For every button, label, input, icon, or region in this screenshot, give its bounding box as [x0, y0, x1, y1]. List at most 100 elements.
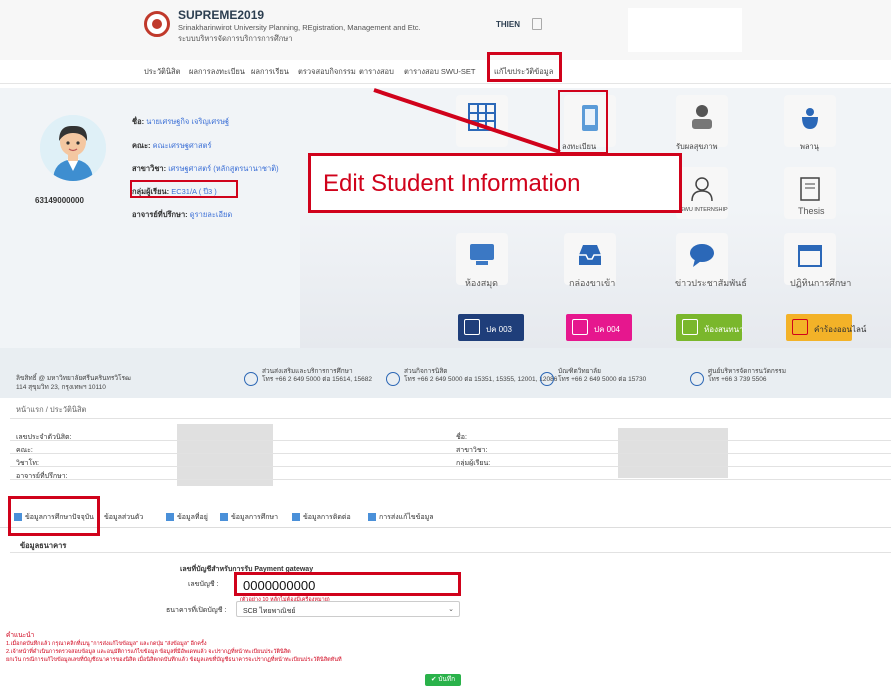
contact-2-tel: โทร +66 2 649 5000 ต่อ 15351, 15355, 120…	[404, 376, 558, 383]
pill-online-label: คำร้องออนไลน์	[814, 325, 867, 334]
tab-education-label: ข้อมูลการศึกษา	[231, 514, 279, 521]
breadcrumb: หน้าแรก / ประวัตินิสิต	[16, 405, 87, 414]
nav-activities[interactable]: ตรวจสอบกิจกรรม	[298, 66, 356, 78]
phone-icon	[386, 372, 400, 386]
chevron-down-icon: ⌄	[448, 606, 454, 613]
copyright: ลิขสิทธิ์ @ มหาวิทยาลัยศรีนครินทรวิโรฒ	[16, 375, 131, 382]
instruction-3: ยกเว้น กรณีการแก้ไขข้อมูลเลขที่บัญชีธนาค…	[6, 657, 342, 663]
pill-chat-label: ห้องสนทนา	[704, 325, 744, 334]
instruction-2: 2.เจ้าหน้าที่ดำเนินการตรวจสอบข้อมูล และอ…	[6, 649, 291, 655]
tab-address-label: ข้อมูลที่อยู่	[177, 514, 208, 521]
tile-inbox-label: กล่องขาเข้า	[569, 278, 616, 288]
pill-p004[interactable]: ปค 004	[566, 314, 632, 341]
instructions-title: คำแนะนำ	[6, 632, 35, 639]
tab-icon	[166, 513, 174, 522]
nav-swuset[interactable]: ตารางสอบ SWU-SET	[404, 66, 476, 78]
app-subtitle: Srinakharinwirot University Planning, RE…	[178, 23, 421, 32]
tab-contact-label: ข้อมูลการติดต่อ	[303, 514, 351, 521]
tab-icon	[292, 513, 300, 522]
intern-icon	[691, 177, 713, 202]
phone-icon	[244, 372, 258, 386]
header-blank	[628, 8, 742, 52]
advisor-link[interactable]: ดูรายละเอียด	[190, 210, 232, 219]
contact-1-tel: โทร +66 2 649 5000 ต่อ 15614, 15682	[262, 376, 372, 383]
inbox-icon	[579, 245, 601, 265]
phone-icon	[690, 372, 704, 386]
tile-apply-label: พลานุ	[800, 142, 819, 151]
pill-online[interactable]: คำร้องออนไลน์	[786, 314, 866, 341]
tile-calendar-label: ปฏิทินการศึกษา	[790, 278, 852, 288]
logout-icon[interactable]	[532, 18, 542, 30]
megaphone-icon	[792, 319, 808, 335]
contact-4-tel: โทร +66 3 739 5506	[708, 376, 767, 383]
tile-internship-label: SWU INTERNSHIP	[680, 207, 728, 213]
bank-select[interactable]: SCB ไทยพาณิชย์ ⌄	[236, 601, 460, 617]
pill-p003-label: ปค 003	[486, 325, 512, 334]
name-value: นายเศรษฐกิจ เจริญเศรษฐ์	[146, 117, 230, 126]
tab-personal[interactable]: ข้อมูลส่วนตัว	[104, 512, 143, 523]
contact-3-tel: โทร +66 2 649 5000 ต่อ 15730	[558, 376, 647, 383]
pill-chat[interactable]: ห้องสนทนา	[676, 314, 744, 341]
divider	[10, 466, 891, 467]
address: 114 สุขุมวิท 23, กรุงเทพฯ 10110	[16, 384, 106, 391]
callout-box: Edit Student Information	[308, 153, 682, 213]
bank-label: ธนาคารที่เปิดบัญชี :	[166, 607, 227, 614]
tile-thesis-label: Thesis	[798, 206, 825, 216]
advisor-label: อาจารย์ที่ปรึกษา:	[132, 210, 188, 219]
callout-arrow	[373, 88, 561, 154]
tab-contact[interactable]: ข้อมูลการติดต่อ	[292, 512, 351, 523]
health-icon	[692, 105, 712, 129]
divider	[10, 552, 891, 553]
save-button[interactable]: ✔ บันทึก	[425, 674, 461, 686]
apple-icon	[802, 108, 818, 129]
app-title: SUPREME2019	[178, 8, 265, 22]
info-advisor: อาจารย์ที่ปรึกษา: ดูรายละเอียด	[132, 209, 232, 221]
bank-select-value: SCB ไทยพาณิชย์	[243, 608, 296, 615]
tab-personal-label: ข้อมูลส่วนตัว	[104, 514, 144, 521]
nav-registration[interactable]: ผลการลงทะเบียน	[189, 66, 245, 78]
pill-p004-label: ปค 004	[594, 325, 620, 334]
main-nav: ประวัตินิสิต ผลการลงทะเบียน ผลการเรียน ต…	[0, 60, 891, 84]
bank-section-title: ข้อมูลธนาคาร	[20, 541, 67, 550]
pill-p003[interactable]: ปค 003	[458, 314, 524, 341]
nav-profile[interactable]: ประวัตินิสิต	[144, 66, 180, 78]
chat-icon	[682, 319, 698, 335]
app-subtitle-th: ระบบบริหารจัดการบริการการศึกษา	[178, 34, 293, 43]
library-icon	[470, 244, 494, 265]
account-number-input[interactable]	[243, 578, 453, 592]
divider	[10, 479, 891, 480]
student-id: 63149000000	[35, 196, 84, 205]
avatar	[40, 115, 106, 181]
tile-apply[interactable]	[784, 95, 836, 147]
tab-address[interactable]: ข้อมูลที่อยู่	[166, 512, 208, 523]
major-value: เศรษฐศาสตร์ (หลักสูตรนานาชาติ)	[168, 164, 279, 173]
info-faculty: คณะ: คณะเศรษฐศาสตร์	[132, 140, 212, 152]
document-icon	[464, 319, 480, 335]
instruction-1: 1.เมื่อกดบันทึกแล้ว กรุณาคลิกที่เมนู "กา…	[6, 641, 207, 647]
tile-health-label: รับผลสุขภาพ	[676, 142, 718, 151]
tab-education[interactable]: ข้อมูลการศึกษา	[220, 512, 278, 523]
label-name: ชื่อ:	[456, 434, 467, 441]
nav-highlight-box	[487, 52, 562, 82]
tile-news-label: ข่าวประชาสัมพันธ์	[675, 278, 747, 288]
tab-submit-edit-label: การส่งแก้ไขข้อมูล	[379, 514, 434, 521]
nav-exam[interactable]: ตารางสอบ	[359, 66, 394, 78]
account-highlight-box	[234, 572, 461, 596]
redacted-left	[177, 424, 273, 486]
divider	[10, 440, 891, 441]
speech-bubble-icon	[690, 244, 714, 267]
tile-health[interactable]	[676, 95, 728, 147]
contact-4-title: ศูนย์บริหารจัดการนวัตกรรม	[708, 368, 787, 375]
tile-library-label: ห้องสมุด	[465, 278, 499, 288]
label-student-id: เลขประจำตัวนิสิต:	[16, 434, 72, 441]
tab-highlight-box	[8, 496, 100, 536]
label-faculty: คณะ:	[16, 447, 33, 454]
label-group: กลุ่มผู้เรียน:	[456, 460, 491, 467]
tab-icon	[368, 513, 376, 522]
nav-grades[interactable]: ผลการเรียน	[251, 66, 289, 78]
tab-submit-edit[interactable]: การส่งแก้ไขข้อมูล	[368, 512, 434, 523]
header: SUPREME2019 Srinakharinwirot University …	[0, 0, 891, 60]
major-label: สาขาวิชา:	[132, 164, 167, 173]
document-icon	[572, 319, 588, 335]
user-name: THIEN	[496, 20, 520, 29]
